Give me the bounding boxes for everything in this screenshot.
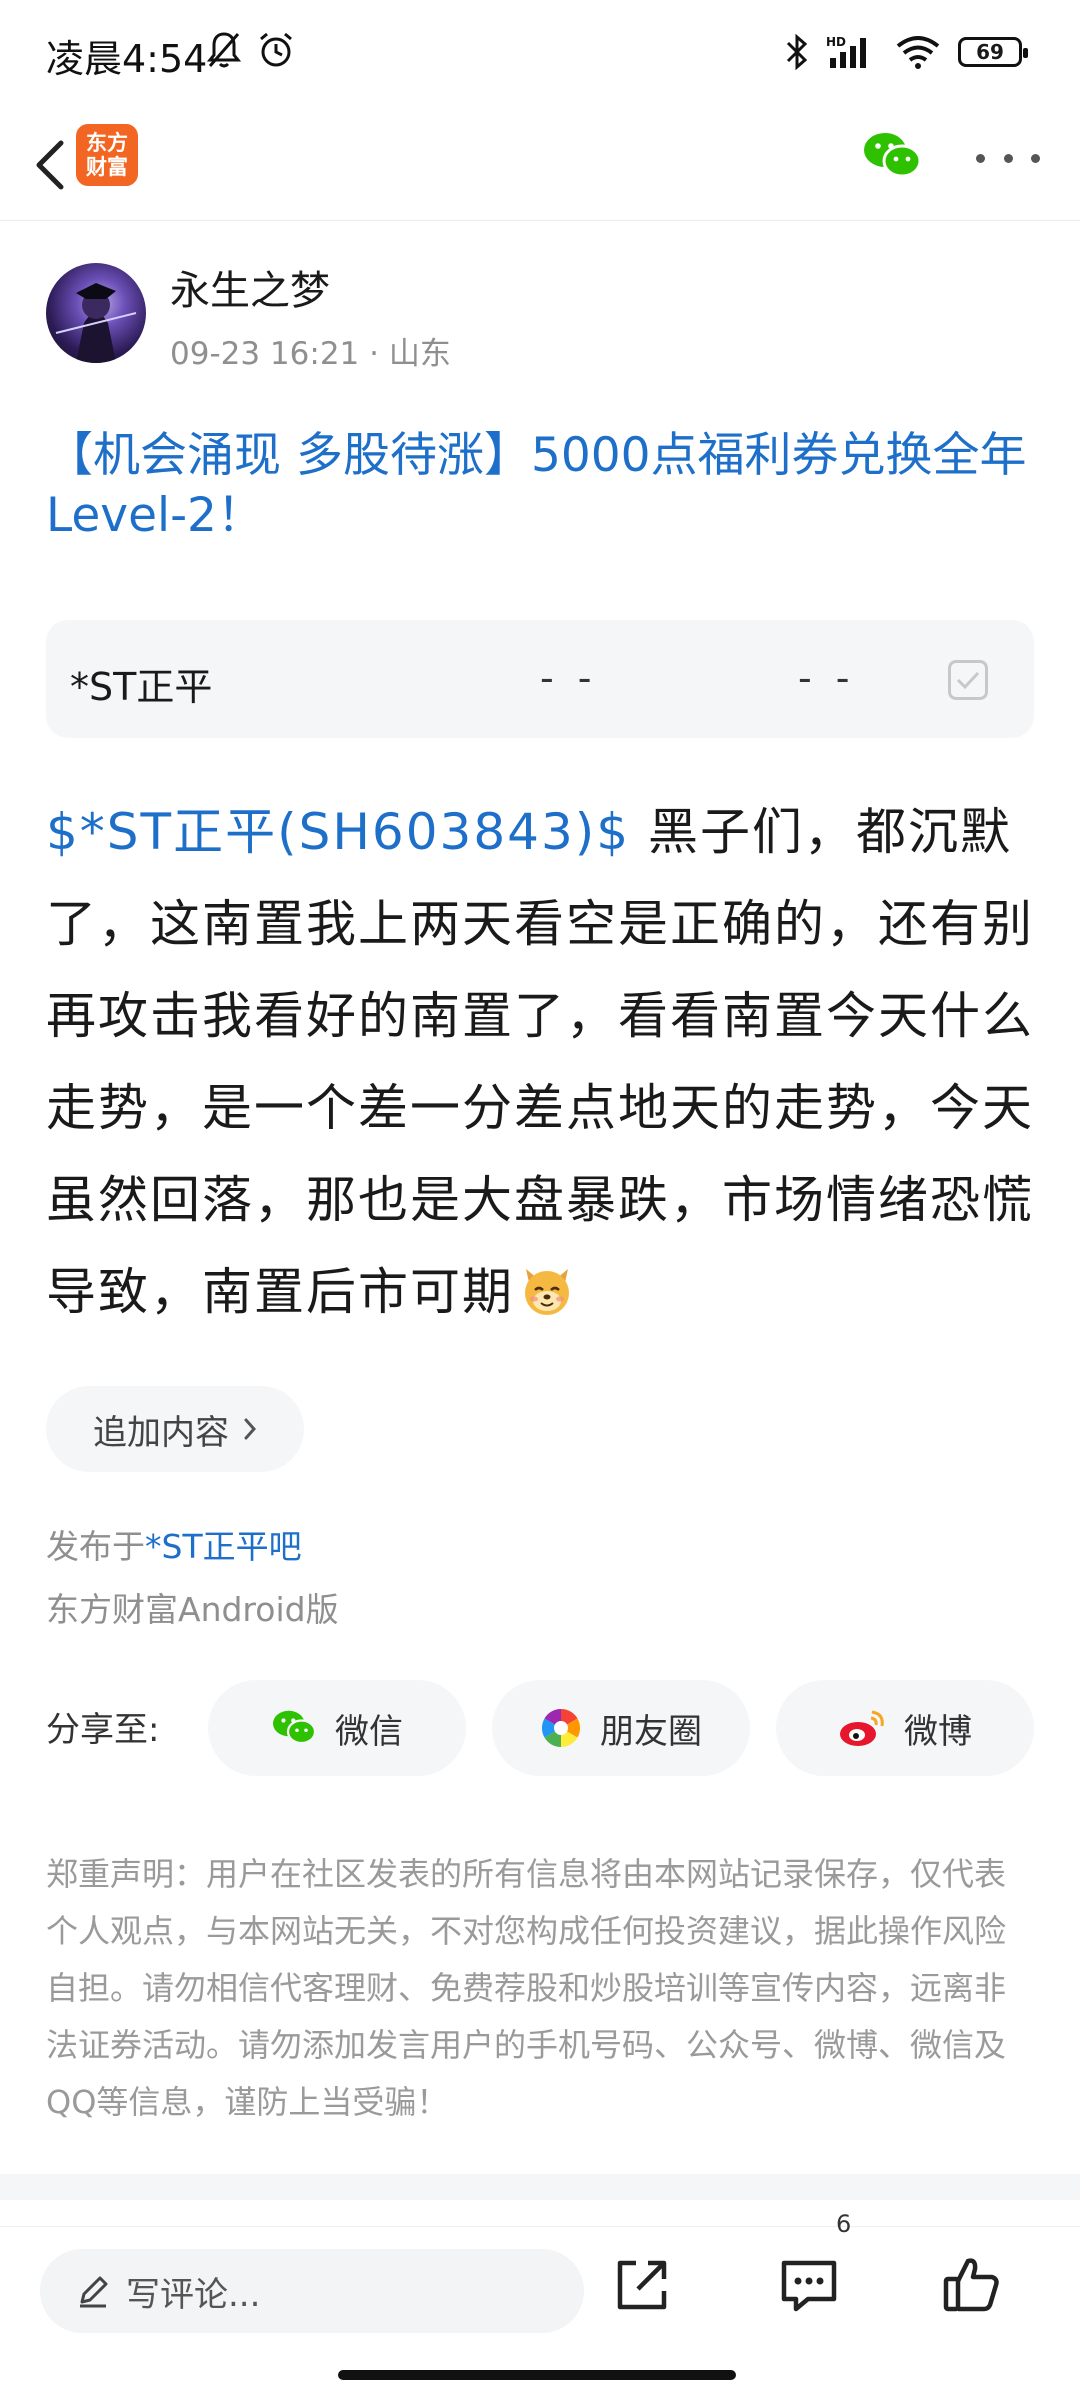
mute-bell-icon (206, 32, 242, 68)
add-watchlist-checkbox[interactable] (948, 660, 988, 700)
author-name[interactable]: 永生之梦 (170, 258, 330, 316)
comment-input[interactable]: 写评论... (40, 2249, 584, 2333)
more-dot (1003, 153, 1013, 163)
network-type: HD (826, 35, 846, 49)
share-weibo-label: 微博 (904, 1711, 972, 1752)
battery-level: 69 (976, 40, 1004, 64)
bluetooth-icon (786, 33, 808, 71)
share-out-icon (617, 2260, 667, 2310)
thumbs-up-icon (943, 2258, 999, 2312)
forward-button[interactable] (612, 2255, 672, 2315)
more-dot (976, 153, 985, 163)
legal-disclaimer: 郑重声明：用户在社区发表的所有信息将由本网站记录保存，仅代表个人观点，与本网站无… (46, 1855, 1007, 2121)
append-content-button[interactable]: 追加内容 (46, 1386, 304, 1472)
share-moments-button[interactable]: 朋友圈 (492, 1680, 750, 1776)
signal-icon: HD (826, 35, 866, 68)
stock-name: *ST正平 (70, 665, 213, 709)
comment-count-badge: 6 (836, 2210, 852, 2238)
wechat-share-button[interactable] (862, 128, 922, 184)
comments-button[interactable] (778, 2255, 842, 2315)
moments-aperture-icon (541, 1709, 581, 1747)
published-in: 发布于*ST正平吧 (46, 1520, 302, 1568)
weibo-icon (840, 1710, 884, 1746)
like-button[interactable] (940, 2253, 1002, 2315)
battery-indicator: 69 (958, 37, 1028, 67)
stock-bar-link[interactable]: *ST正平吧 (145, 1527, 302, 1566)
share-wechat-button[interactable]: 微信 (208, 1680, 466, 1776)
stock-tag-link[interactable]: $*ST正平(SH603843)$ (46, 803, 630, 861)
share-moments-label: 朋友圈 (600, 1711, 702, 1752)
status-right-icons: HD 69 (784, 32, 1028, 72)
published-prefix: 发布于 (46, 1527, 145, 1566)
status-time: 凌晨4:54 (46, 37, 208, 81)
client-info: 东方财富Android版 (46, 1590, 339, 1629)
logo-text-top: 东方 (86, 131, 128, 155)
share-wechat-label: 微信 (335, 1711, 403, 1752)
section-divider (0, 2174, 1080, 2200)
wechat-icon (273, 1710, 317, 1745)
top-nav-bar: 东方 财富 (0, 110, 1080, 221)
share-label: 分享至: (46, 1710, 160, 1750)
comment-bubble-icon (781, 2260, 837, 2312)
share-weibo-button[interactable]: 微博 (776, 1680, 1034, 1776)
post-meta: 09-23 16:21 · 山东 (170, 336, 451, 372)
status-bar: 凌晨4:54 HD 69 (0, 0, 1080, 105)
bottom-action-bar: 写评论... (0, 2226, 1080, 2339)
alarm-clock-icon (260, 32, 292, 67)
author-avatar[interactable] (46, 263, 146, 363)
avatar-image (55, 283, 137, 363)
home-indicator[interactable] (338, 2370, 736, 2380)
smiling-dog-emoji-icon (525, 1269, 569, 1315)
check-icon (956, 671, 980, 690)
post-body-text: 黑子们，都沉默了，这南置我上两天看空是正确的，还有别再攻击我看好的南置了，看看南… (46, 803, 1034, 1321)
pencil-icon (80, 2276, 108, 2308)
more-options-button[interactable] (976, 138, 1040, 178)
more-dot (1031, 153, 1040, 163)
chevron-left-icon (36, 140, 64, 190)
stock-card[interactable]: *ST正平 - - - - (46, 620, 1034, 738)
status-icons-left (206, 30, 296, 70)
wifi-icon (896, 36, 940, 69)
wechat-icon (864, 133, 922, 178)
chevron-right-icon (244, 1418, 257, 1440)
comment-placeholder: 写评论... (126, 2274, 261, 2315)
append-content-label: 追加内容 (93, 1412, 229, 1453)
stock-change: - - (798, 656, 856, 700)
post-title[interactable]: 【机会涌现 多股待涨】5000点福利券兑换全年Level-2！ (46, 426, 1036, 546)
back-button[interactable] (22, 130, 78, 200)
app-logo: 东方 财富 (76, 124, 138, 186)
logo-text-bottom: 财富 (86, 155, 128, 179)
post-body: $*ST正平(SH603843)$ 黑子们，都沉默了，这南置我上两天看空是正确的… (46, 786, 1036, 1338)
stock-price: - - (540, 656, 598, 700)
